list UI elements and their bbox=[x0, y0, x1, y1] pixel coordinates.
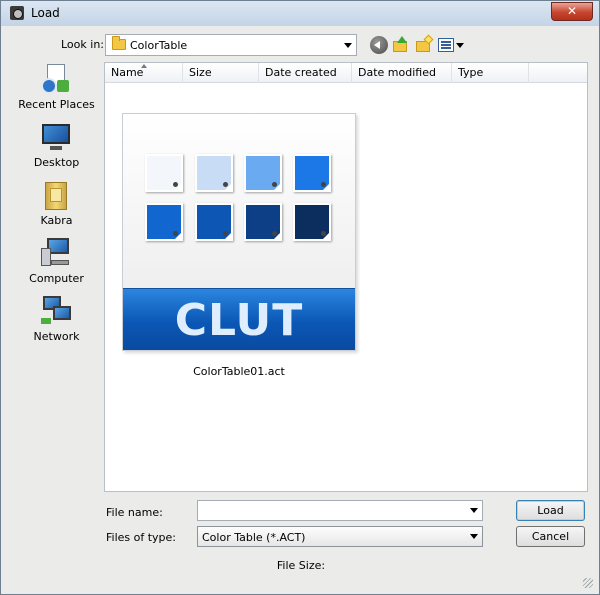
look-in-label: Look in: bbox=[61, 38, 104, 51]
load-dialog: Look in: ColorTable Recent Places Deskto… bbox=[0, 26, 600, 595]
file-thumbnail[interactable]: CLUT bbox=[122, 113, 356, 351]
clut-text: CLUT bbox=[174, 295, 304, 346]
file-name-label[interactable]: ColorTable01.act bbox=[122, 365, 356, 378]
color-swatch bbox=[195, 154, 233, 192]
resize-grip-icon[interactable] bbox=[583, 578, 593, 588]
column-header-label: Size bbox=[189, 66, 212, 79]
sort-up-icon bbox=[141, 64, 147, 68]
file-name-field-label: File name: bbox=[106, 506, 163, 519]
desktop-icon bbox=[41, 122, 71, 152]
column-header-label: Date modified bbox=[358, 66, 436, 79]
user-folder-icon bbox=[41, 180, 71, 210]
file-type-select[interactable]: Color Table (*.ACT) bbox=[197, 526, 483, 547]
place-desktop[interactable]: Desktop bbox=[9, 120, 104, 174]
color-swatch bbox=[244, 203, 282, 241]
color-swatch bbox=[293, 154, 331, 192]
title-bar: Load ✕ bbox=[0, 0, 600, 26]
place-label: Network bbox=[33, 330, 80, 343]
place-label: Computer bbox=[29, 272, 84, 285]
column-header-name[interactable]: Name bbox=[105, 63, 183, 83]
cancel-button[interactable]: Cancel bbox=[516, 526, 585, 547]
look-in-combo[interactable]: ColorTable bbox=[105, 34, 357, 56]
column-header-size[interactable]: Size bbox=[183, 63, 259, 83]
clut-banner: CLUT bbox=[123, 288, 355, 350]
column-headers: Name Size Date created Date modified Typ… bbox=[105, 63, 587, 83]
window-title: Load bbox=[31, 6, 60, 20]
back-arrow-icon[interactable] bbox=[370, 36, 388, 54]
views-menu-icon[interactable] bbox=[438, 38, 454, 52]
views-chevron-down-icon[interactable] bbox=[456, 43, 464, 48]
file-list[interactable]: Name Size Date created Date modified Typ… bbox=[104, 62, 588, 492]
column-header-date-modified[interactable]: Date modified bbox=[352, 63, 452, 83]
color-swatch bbox=[244, 154, 282, 192]
file-name-input[interactable] bbox=[197, 500, 483, 521]
column-header-date-created[interactable]: Date created bbox=[259, 63, 352, 83]
computer-icon bbox=[41, 238, 71, 268]
new-folder-icon[interactable] bbox=[415, 34, 434, 54]
color-swatch bbox=[195, 203, 233, 241]
column-header-label: Date created bbox=[265, 66, 337, 79]
places-bar: Recent Places Desktop Kabra Computer Net… bbox=[9, 62, 104, 492]
color-swatch bbox=[145, 203, 183, 241]
place-label: Kabra bbox=[40, 214, 73, 227]
column-header-label: Name bbox=[111, 66, 144, 79]
place-recent-places[interactable]: Recent Places bbox=[9, 62, 104, 116]
file-type-label: Files of type: bbox=[106, 531, 177, 544]
column-header-label: Type bbox=[458, 66, 484, 79]
chevron-down-icon[interactable] bbox=[470, 508, 478, 513]
close-button[interactable]: ✕ bbox=[551, 2, 593, 21]
up-folder-icon[interactable] bbox=[392, 36, 410, 54]
file-size-label: File Size: bbox=[276, 559, 326, 572]
load-button[interactable]: Load bbox=[516, 500, 585, 521]
folder-icon bbox=[112, 36, 126, 50]
color-swatch bbox=[145, 154, 183, 192]
camera-icon bbox=[10, 6, 24, 20]
chevron-down-icon bbox=[470, 534, 478, 539]
chevron-down-icon bbox=[344, 43, 352, 48]
look-in-value: ColorTable bbox=[130, 39, 188, 52]
place-label: Recent Places bbox=[18, 98, 95, 111]
column-header-type[interactable]: Type bbox=[452, 63, 529, 83]
network-icon bbox=[41, 296, 71, 326]
color-swatch bbox=[293, 203, 331, 241]
place-computer[interactable]: Computer bbox=[9, 236, 104, 290]
place-label: Desktop bbox=[33, 156, 80, 169]
file-type-value: Color Table (*.ACT) bbox=[202, 531, 306, 544]
recent-places-icon bbox=[41, 64, 71, 94]
place-kabra[interactable]: Kabra bbox=[9, 178, 104, 232]
place-network[interactable]: Network bbox=[9, 294, 104, 348]
